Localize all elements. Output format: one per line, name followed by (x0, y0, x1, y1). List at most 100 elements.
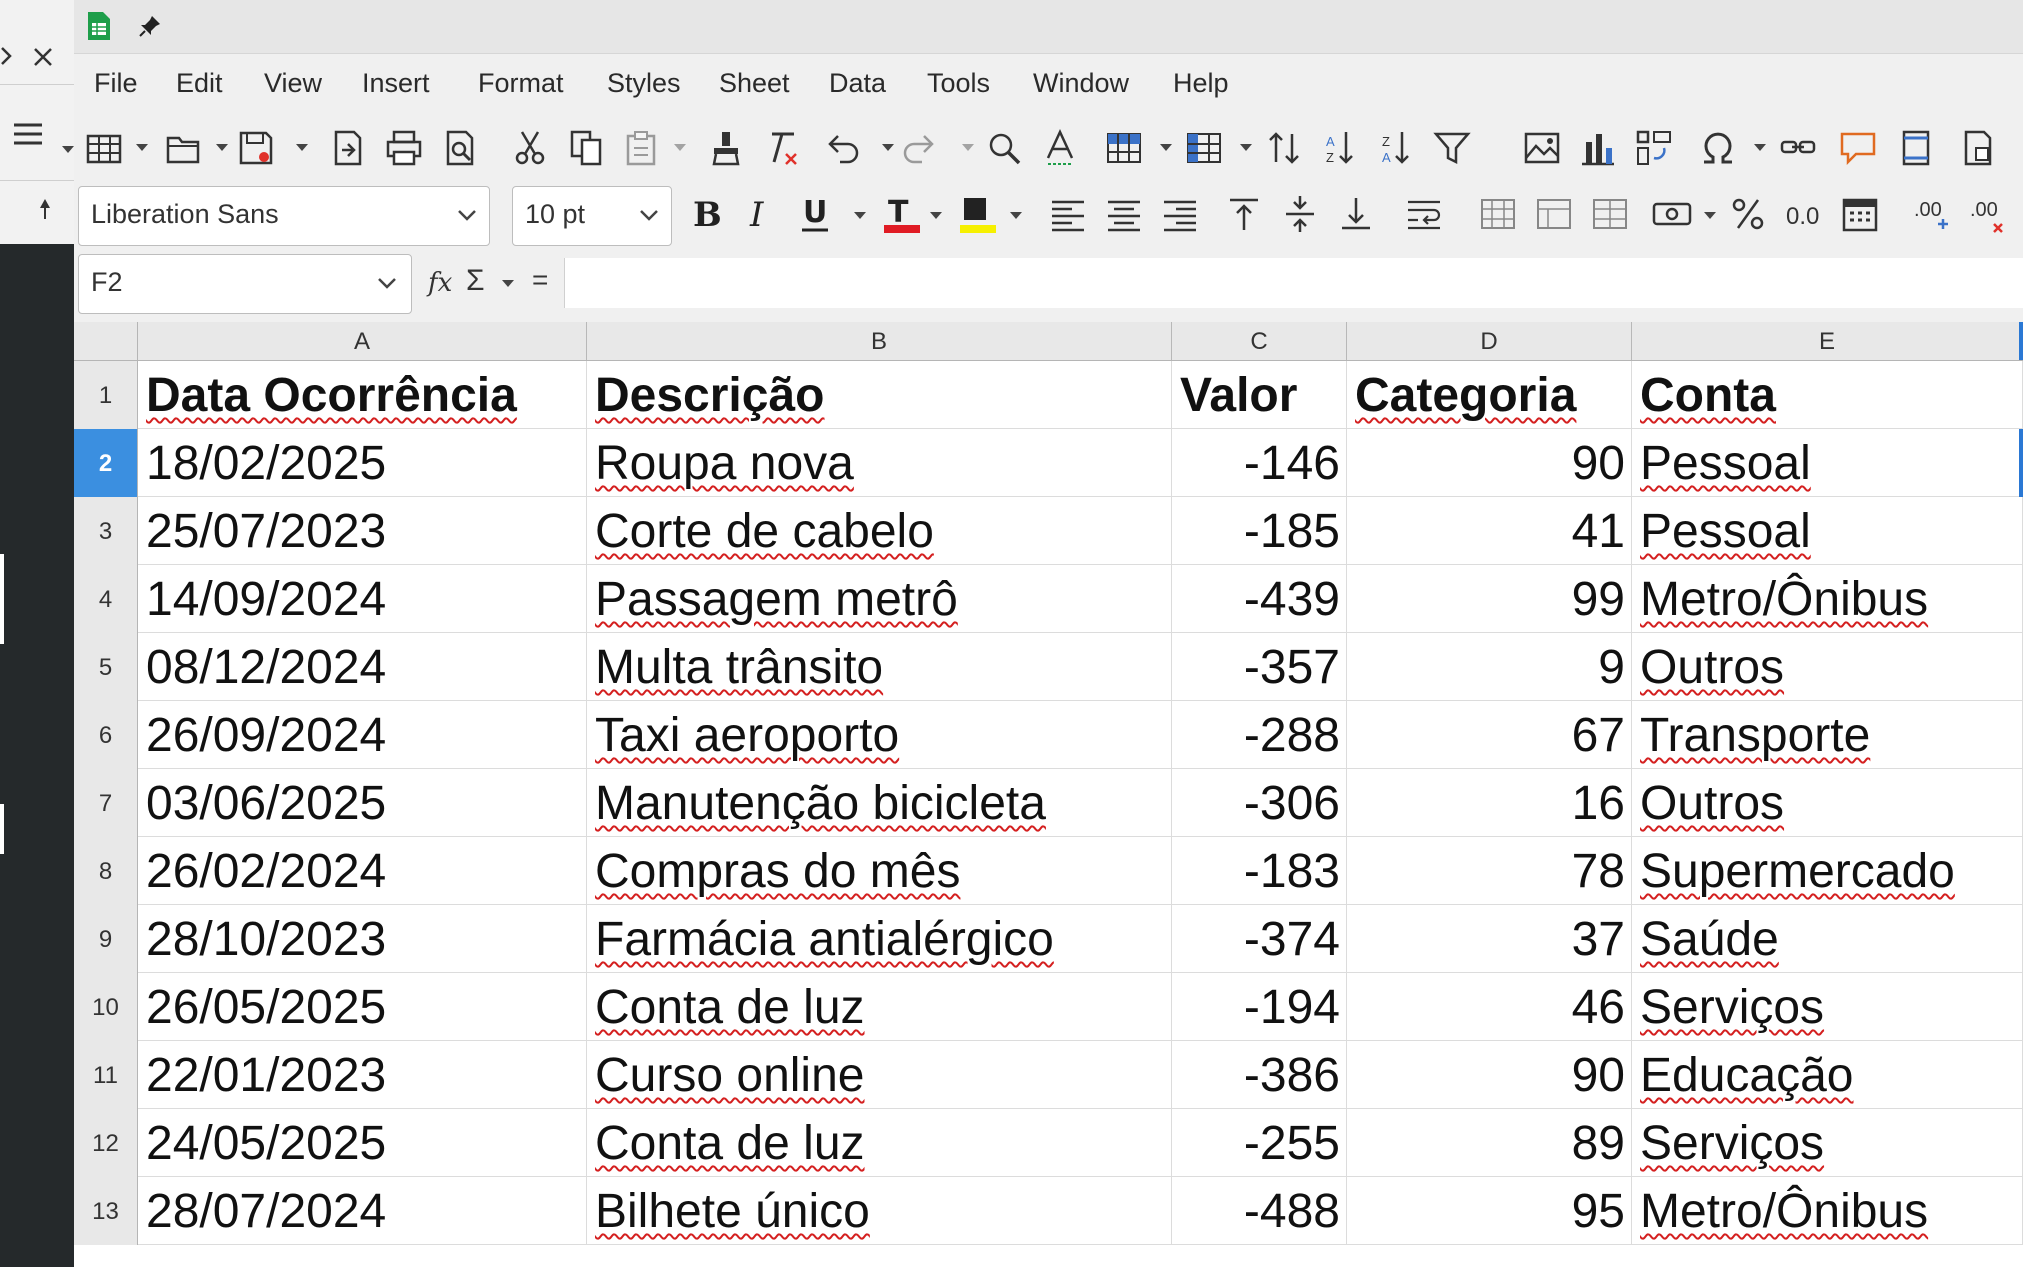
row-header[interactable]: 4 (74, 565, 138, 633)
cell-account[interactable]: Metro/Ônibus (1632, 565, 2023, 633)
cell-account[interactable]: Transporte (1632, 701, 2023, 769)
define-print-area-icon[interactable] (1958, 128, 1998, 168)
font-name-box[interactable]: Liberation Sans (78, 186, 490, 246)
column-header-c[interactable]: C (1172, 322, 1347, 360)
clear-formatting-icon[interactable] (762, 128, 802, 168)
menu-edit[interactable]: Edit (176, 68, 223, 99)
number-icon[interactable]: 0.0 (1784, 194, 1824, 234)
name-box[interactable]: F2 (78, 254, 412, 314)
cell-category[interactable]: 16 (1347, 769, 1632, 837)
cell-date[interactable]: 18/02/2025 (138, 429, 587, 497)
cell-description[interactable]: Taxi aeroporto (587, 701, 1172, 769)
copy-icon[interactable] (566, 128, 606, 168)
chevron-down-icon[interactable] (930, 212, 942, 220)
find-replace-icon[interactable] (984, 128, 1024, 168)
cell-date[interactable]: 26/09/2024 (138, 701, 587, 769)
align-right-icon[interactable] (1160, 194, 1200, 234)
select-all-corner[interactable] (74, 322, 138, 360)
column-header-d[interactable]: D (1347, 322, 1632, 360)
sum-icon[interactable]: Σ (466, 264, 485, 298)
cell-value[interactable]: -488 (1172, 1177, 1347, 1245)
merge-cells-icon[interactable] (1478, 194, 1518, 234)
close-icon[interactable] (32, 46, 54, 68)
cell-description[interactable]: Compras do mês (587, 837, 1172, 905)
bold-icon[interactable]: B (686, 194, 726, 234)
chevron-down-icon[interactable] (136, 144, 148, 152)
cell-description[interactable]: Multa trânsito (587, 633, 1172, 701)
header-cell-description[interactable]: Descrição (587, 361, 1172, 429)
chevron-down-icon[interactable] (502, 280, 514, 288)
row-header[interactable]: 12 (74, 1109, 138, 1177)
cell-date[interactable]: 24/05/2025 (138, 1109, 587, 1177)
print-icon[interactable] (384, 128, 424, 168)
cell-date[interactable]: 28/10/2023 (138, 905, 587, 973)
sort-icon[interactable] (1264, 128, 1304, 168)
font-size-box[interactable]: 10 pt (512, 186, 672, 246)
chevron-down-icon[interactable] (455, 203, 479, 227)
cell-category[interactable]: 67 (1347, 701, 1632, 769)
cell-category[interactable]: 90 (1347, 429, 1632, 497)
date-icon[interactable] (1840, 194, 1880, 234)
cell-date[interactable]: 26/05/2025 (138, 973, 587, 1041)
chevron-down-icon[interactable] (882, 144, 894, 152)
chevron-down-icon[interactable] (216, 144, 228, 152)
header-cell-account[interactable]: Conta (1632, 361, 2023, 429)
cell-category[interactable]: 78 (1347, 837, 1632, 905)
menu-view[interactable]: View (264, 68, 322, 99)
menu-window[interactable]: Window (1033, 68, 1129, 99)
cell-date[interactable]: 14/09/2024 (138, 565, 587, 633)
image-icon[interactable] (1522, 128, 1562, 168)
sort-descending-icon[interactable]: ZA (1376, 128, 1416, 168)
align-top-icon[interactable] (1224, 194, 1264, 234)
pivot-table-icon[interactable] (1634, 128, 1674, 168)
currency-icon[interactable] (1652, 194, 1692, 234)
cell-value[interactable]: -306 (1172, 769, 1347, 837)
hyperlink-icon[interactable] (1778, 128, 1818, 168)
cell-account[interactable]: Outros (1632, 633, 2023, 701)
cell-value[interactable]: -185 (1172, 497, 1347, 565)
split-icon[interactable] (1590, 194, 1630, 234)
formula-equals-icon[interactable]: = (532, 264, 548, 296)
menu-sheet[interactable]: Sheet (719, 68, 790, 99)
chevron-down-icon[interactable] (674, 144, 686, 152)
cell-description[interactable]: Manutenção bicicleta (587, 769, 1172, 837)
menu-format[interactable]: Format (478, 68, 564, 99)
cell-date[interactable]: 28/07/2024 (138, 1177, 587, 1245)
menu-tools[interactable]: Tools (927, 68, 990, 99)
cell-account[interactable]: Saúde (1632, 905, 2023, 973)
chart-icon[interactable] (1578, 128, 1618, 168)
align-left-icon[interactable] (1048, 194, 1088, 234)
headers-footers-icon[interactable] (1896, 128, 1936, 168)
export-pdf-icon[interactable] (328, 128, 368, 168)
clone-formatting-icon[interactable] (706, 128, 746, 168)
cell-date[interactable]: 25/07/2023 (138, 497, 587, 565)
chevron-down-icon[interactable] (296, 144, 308, 152)
cell-account[interactable]: Educação (1632, 1041, 2023, 1109)
column-header-b[interactable]: B (587, 322, 1172, 360)
row-header[interactable]: 10 (74, 973, 138, 1041)
cell-date[interactable]: 22/01/2023 (138, 1041, 587, 1109)
align-middle-icon[interactable] (1280, 194, 1320, 234)
cell-description[interactable]: Passagem metrô (587, 565, 1172, 633)
cell-value[interactable]: -146 (1172, 429, 1347, 497)
cell-category[interactable]: 99 (1347, 565, 1632, 633)
cell-category[interactable]: 90 (1347, 1041, 1632, 1109)
print-preview-icon[interactable] (440, 128, 480, 168)
cell-description[interactable]: Bilhete único (587, 1177, 1172, 1245)
table-icon[interactable] (84, 128, 124, 168)
cell-description[interactable]: Curso online (587, 1041, 1172, 1109)
comment-icon[interactable] (1838, 128, 1878, 168)
pin-icon[interactable] (138, 14, 162, 38)
undo-icon[interactable] (824, 128, 864, 168)
redo-icon[interactable] (898, 128, 938, 168)
cell-date[interactable]: 03/06/2025 (138, 769, 587, 837)
menu-insert[interactable]: Insert (362, 68, 430, 99)
hamburger-menu-icon[interactable] (12, 120, 44, 148)
cell-category[interactable]: 89 (1347, 1109, 1632, 1177)
cell-description[interactable]: Conta de luz (587, 1109, 1172, 1177)
cell-value[interactable]: -183 (1172, 837, 1347, 905)
align-center-icon[interactable] (1104, 194, 1144, 234)
cell-category[interactable]: 46 (1347, 973, 1632, 1041)
cell-date[interactable]: 08/12/2024 (138, 633, 587, 701)
cut-icon[interactable] (510, 128, 550, 168)
